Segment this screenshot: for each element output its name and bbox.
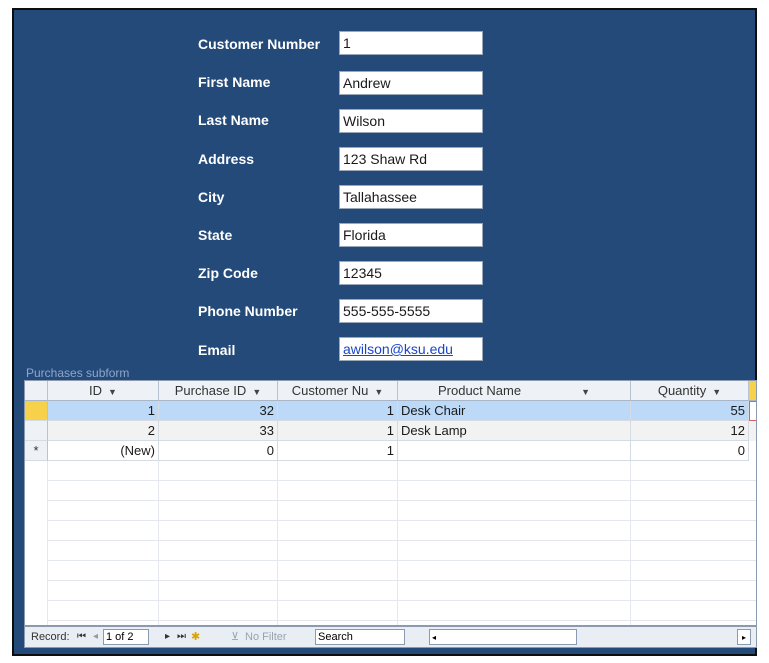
zip-code-field[interactable]: 12345: [339, 261, 483, 285]
column-dropdown-icon[interactable]: ▼: [374, 387, 383, 397]
email-label: Email: [198, 342, 236, 358]
cell-customer-nu[interactable]: 1: [278, 441, 398, 461]
column-header-label: Product Name: [437, 383, 522, 398]
column-header-quantity[interactable]: Quantity ▼: [631, 381, 749, 401]
new-record-icon[interactable]: ✱: [191, 627, 200, 647]
column-dropdown-icon[interactable]: ▼: [252, 387, 261, 397]
scroll-right-button[interactable]: ▸: [737, 629, 751, 645]
cell-quantity[interactable]: 55: [631, 401, 749, 421]
cell-purchase-id[interactable]: 32: [159, 401, 278, 421]
prev-record-icon[interactable]: ◂: [93, 627, 98, 647]
header-row: ID ▼ Purchase ID ▼ Customer Nu ▼ Product Na…: [25, 381, 756, 401]
cell-purchase-id[interactable]: 0: [159, 441, 278, 461]
first-name-field[interactable]: Andrew: [339, 71, 483, 95]
column-header-id[interactable]: ID ▼: [48, 381, 159, 401]
column-header-product-name[interactable]: Product Name ▼: [398, 381, 631, 401]
customer-form: Customer Number 1 First Name Andrew Last…: [12, 8, 757, 656]
scroll-left-icon[interactable]: ◂: [432, 633, 436, 642]
column-header-label: Quantity: [657, 383, 707, 398]
new-record-row[interactable]: * (New) 0 1 0: [25, 441, 756, 461]
last-record-icon[interactable]: ⏭: [177, 627, 186, 647]
table-row[interactable]: 2 33 1 Desk Lamp 12: [25, 421, 756, 441]
next-record-icon[interactable]: ▸: [165, 627, 170, 647]
select-all-corner[interactable]: [25, 381, 48, 401]
state-field[interactable]: Florida: [339, 223, 483, 247]
cell-product-name[interactable]: Desk Lamp: [398, 421, 631, 441]
current-cell-edge: [749, 401, 756, 421]
empty-grid-area: [25, 461, 756, 625]
customer-number-label: Customer Number: [198, 36, 321, 52]
record-label: Record:: [31, 631, 70, 643]
column-header-purchase-id[interactable]: Purchase ID ▼: [159, 381, 278, 401]
cell-customer-nu[interactable]: 1: [278, 421, 398, 441]
column-header-label: ID: [89, 383, 103, 398]
column-header-label: Purchase ID: [174, 383, 247, 398]
table-row[interactable]: 1 32 1 Desk Chair 55: [25, 401, 756, 421]
column-header-customer-nu[interactable]: Customer Nu ▼: [278, 381, 398, 401]
no-filter-button[interactable]: No Filter: [245, 627, 287, 647]
phone-number-label: Phone Number: [198, 303, 298, 319]
cell-id[interactable]: (New): [48, 441, 159, 461]
state-label: State: [198, 227, 233, 243]
zip-code-label: Zip Code: [198, 265, 258, 281]
customer-number-field[interactable]: 1: [339, 31, 483, 55]
cell-product-name[interactable]: [398, 441, 631, 461]
record-position-field[interactable]: 1 of 2: [103, 629, 149, 645]
phone-number-field[interactable]: 555-555-5555: [339, 299, 483, 323]
scroll-right-icon: ▸: [741, 633, 746, 642]
column-header-label: Customer Nu: [291, 383, 369, 398]
purchases-datasheet: ID ▼ Purchase ID ▼ Customer Nu ▼ Product Na…: [24, 380, 757, 626]
city-label: City: [198, 189, 225, 205]
column-dropdown-icon[interactable]: ▼: [581, 387, 590, 397]
column-dropdown-icon[interactable]: ▼: [712, 387, 721, 397]
cell-id[interactable]: 1: [48, 401, 159, 421]
address-field[interactable]: 123 Shaw Rd: [339, 147, 483, 171]
first-name-label: First Name: [198, 74, 271, 90]
new-row-marker[interactable]: *: [25, 441, 48, 461]
row-selector[interactable]: [25, 421, 48, 441]
cell-product-name[interactable]: Desk Chair: [398, 401, 631, 421]
cell-quantity[interactable]: 0: [631, 441, 749, 461]
row-selector[interactable]: [25, 401, 48, 421]
cell-quantity[interactable]: 12: [631, 421, 749, 441]
last-name-field[interactable]: Wilson: [339, 109, 483, 133]
cell-id[interactable]: 2: [48, 421, 159, 441]
email-field[interactable]: awilson@ksu.edu: [339, 337, 483, 361]
horizontal-scrollbar[interactable]: ◂: [429, 629, 577, 645]
city-field[interactable]: Tallahassee: [339, 185, 483, 209]
subform-caption: Purchases subform: [26, 366, 130, 380]
header-scroll-marker: [749, 381, 756, 401]
address-label: Address: [198, 151, 255, 167]
search-input[interactable]: Search: [315, 629, 405, 645]
record-navigation-bar: Record: ⏮ ◂ 1 of 2 ▸ ⏭ ✱ ⊻ No Filter Sea…: [24, 626, 757, 648]
first-record-icon[interactable]: ⏮: [77, 627, 86, 647]
column-dropdown-icon[interactable]: ▼: [108, 387, 117, 397]
cell-customer-nu[interactable]: 1: [278, 401, 398, 421]
last-name-label: Last Name: [198, 112, 269, 128]
no-filter-icon[interactable]: ⊻: [231, 627, 239, 647]
cell-purchase-id[interactable]: 33: [159, 421, 278, 441]
